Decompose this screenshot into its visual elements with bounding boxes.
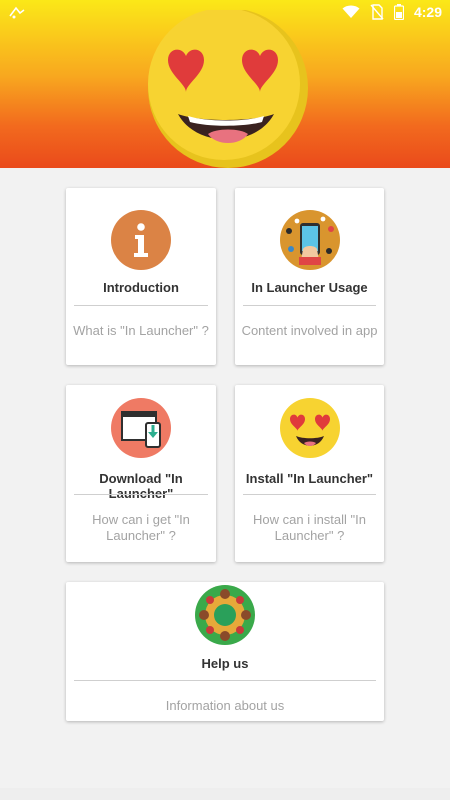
app-screen: 4:29 Introduction What is "In Launcher" … — [0, 0, 450, 800]
heart-eyes-emoji-icon — [279, 398, 340, 458]
introduction-card[interactable]: Introduction What is "In Launcher" ? — [66, 188, 216, 365]
card-description: How can i install "In Launcher" ? — [253, 512, 366, 543]
card-divider — [243, 305, 376, 306]
wifi-icon — [342, 5, 360, 18]
card-description: What is "In Launcher" ? — [73, 323, 209, 338]
phone-apps-icon — [279, 210, 340, 270]
download-card[interactable]: Download "In Launcher" How can i get "In… — [66, 385, 216, 562]
heart-eyes-emoji-icon — [148, 10, 308, 168]
notification-icon — [9, 6, 25, 19]
team-table-icon — [195, 585, 255, 645]
battery-icon — [393, 4, 404, 20]
help-us-card[interactable]: Help us Information about us — [66, 582, 384, 721]
card-divider — [74, 494, 208, 495]
card-description: How can i get "In Launcher" ? — [92, 512, 190, 543]
card-title: Download "In Launcher" — [99, 471, 183, 501]
card-title: Help us — [201, 656, 249, 671]
install-card[interactable]: Install "In Launcher" How can i install … — [235, 385, 384, 562]
no-sim-icon — [370, 4, 384, 20]
card-divider — [74, 680, 376, 681]
status-time: 4:29 — [413, 4, 442, 20]
info-icon — [111, 210, 171, 270]
bottom-edge — [0, 788, 450, 800]
download-icon — [111, 398, 171, 458]
card-divider — [74, 305, 208, 306]
card-description: Content involved in app — [241, 323, 378, 338]
card-title: Introduction — [103, 280, 179, 295]
header-banner: 4:29 — [0, 0, 450, 168]
card-divider — [243, 494, 376, 495]
card-title: In Launcher Usage — [251, 280, 368, 295]
card-title: Install "In Launcher" — [245, 471, 374, 486]
card-description: Information about us — [165, 698, 285, 713]
usage-card[interactable]: In Launcher Usage Content involved in ap… — [235, 188, 384, 365]
